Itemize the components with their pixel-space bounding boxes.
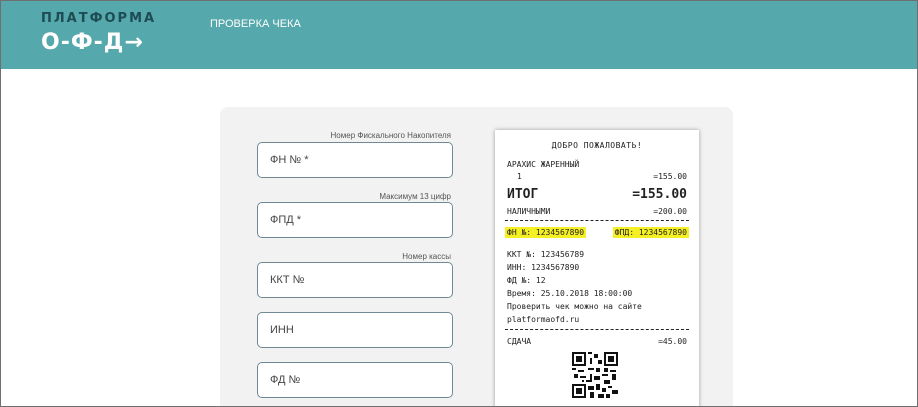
receipt-divider <box>505 220 689 221</box>
receipt-divider-2 <box>505 329 689 330</box>
inn-input[interactable]: ИНН <box>257 312 453 348</box>
receipt-item-name: АРАХИС ЖАРЕННЫЙ <box>507 160 580 169</box>
kkt-field-label: Номер кассы <box>402 252 451 261</box>
logo-bottom-text: О-Ф-Д→ <box>41 30 144 55</box>
header: ПЛАТФОРМА О-Ф-Д→ ПРОВЕРКА ЧЕКА <box>1 1 917 69</box>
receipt-fpd-highlight: ФПД: 1234567890 <box>612 227 689 238</box>
receipt-check-text: Проверить чек можно на сайте <box>507 302 642 311</box>
receipt-kkt: ККТ №: 123456789 <box>507 250 585 259</box>
receipt-site: platformaofd.ru <box>507 315 580 324</box>
logo-top-text: ПЛАТФОРМА <box>41 11 157 26</box>
receipt-fd: ФД №: 12 <box>507 276 546 285</box>
page-frame: ПЛАТФОРМА О-Ф-Д→ ПРОВЕРКА ЧЕКА Номер Фис… <box>0 0 918 407</box>
receipt-item-price: =155.00 <box>653 172 687 181</box>
fn-field-label: Номер Фискального Накопителя <box>330 131 451 140</box>
nav-check-receipt-link[interactable]: ПРОВЕРКА ЧЕКА <box>210 18 301 30</box>
receipt-fpd-wrap: ФПД: 1234567890 <box>612 227 689 238</box>
kkt-input[interactable]: ККТ № <box>257 262 453 298</box>
receipt-time: Время: 25.10.2018 18:00:00 <box>507 289 633 298</box>
receipt-total-value: =155.00 <box>632 187 687 202</box>
logo[interactable]: ПЛАТФОРМА О-Ф-Д→ <box>41 11 156 57</box>
receipt-cash-value: =200.00 <box>653 207 687 216</box>
receipt-inn: ИНН: 1234567890 <box>507 263 580 272</box>
fpd-input[interactable]: ФПД * <box>257 202 453 238</box>
receipt-change-value: =45.00 <box>658 337 687 346</box>
sample-receipt: ДОБРО ПОЖАЛОВАТЬ! АРАХИС ЖАРЕННЫЙ 1 =155… <box>495 130 699 406</box>
receipt-fn-highlight: ФН №: 1234567890 <box>505 227 587 238</box>
fpd-field-label: Максимум 13 цифр <box>379 192 451 201</box>
qr-code-icon <box>572 352 618 398</box>
receipt-welcome: ДОБРО ПОЖАЛОВАТЬ! <box>551 141 643 150</box>
fn-input[interactable]: ФН № * <box>257 142 453 178</box>
fd-input[interactable]: ФД № <box>257 362 453 398</box>
